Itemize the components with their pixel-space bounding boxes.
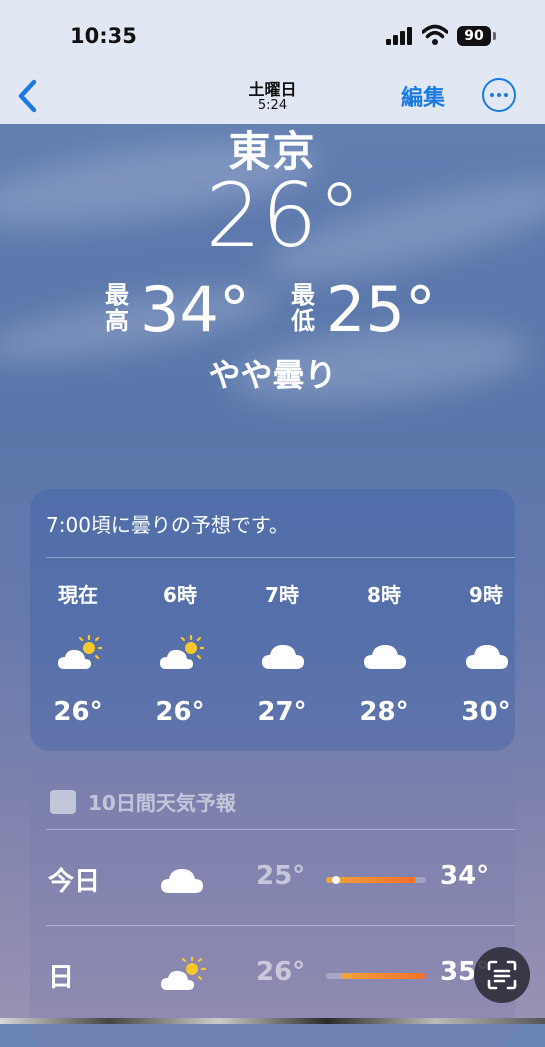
day-low-temp: 25° [256,861,306,891]
cloud-icon [364,645,406,669]
weather-condition: やや曇り [208,356,337,394]
hour-temp: 30° [461,697,511,727]
day-high-temp: 34° [440,861,490,891]
calendar-icon [50,790,76,814]
high-temperature: 34° [140,273,250,346]
current-temperature: 26° [205,164,362,267]
more-options-icon[interactable] [482,78,516,112]
ten-day-header: 10日間天気予報 [50,787,236,816]
hour-label: 8時 [367,583,401,607]
wifi-icon [422,24,448,45]
daily-row[interactable]: 日 26° 35° [30,945,515,1005]
top-bar: 10:35 90 土曜日 5:24 編集 [0,0,545,124]
cellular-signal-icon [386,27,414,45]
hour-temp: 26° [155,697,205,727]
ten-day-title: 10日間天気予報 [88,791,236,815]
high-low-temps: 最高 34° 最低 25° [0,276,545,346]
day-label: 日 [48,963,75,993]
day-low-temp: 26° [256,957,306,987]
text-scan-icon [487,960,517,990]
low-label: 最低 [291,281,315,335]
cloud-icon [466,645,508,669]
low-temperature: 25° [326,273,436,346]
day-label: 今日 [48,867,101,897]
ten-day-forecast-card[interactable]: 10日間天気予報 今日 25° 34° 日 26° 35° [30,767,515,1047]
temperature-range-fill [341,973,426,979]
photo-thumbnail-strip[interactable] [0,1018,545,1024]
current-temp-dot [332,876,340,884]
partly-sunny-icon [160,635,204,669]
hour-label: 現在 [58,583,98,607]
cloud-icon [161,869,203,893]
hourly-forecast-card[interactable]: 7:00頃に曇りの予想です。 現在 26° 6時 26° 7時 27° 8時 2… [30,489,515,751]
edit-button[interactable]: 編集 [401,80,445,112]
hour-temp: 26° [53,697,103,727]
live-text-scan-button[interactable] [474,947,530,1003]
hour-label: 7時 [265,583,299,607]
daily-row[interactable]: 今日 25° 34° [30,849,515,909]
hour-label: 6時 [163,583,197,607]
status-time: 10:35 [70,24,137,48]
hourly-summary: 7:00頃に曇りの予想です。 [46,513,289,537]
divider [46,925,515,926]
partly-sunny-icon [58,635,102,669]
temperature-range-bar [326,973,426,979]
nav-day-title: 土曜日 [248,80,297,99]
nav-time-subtitle: 5:24 [257,98,288,113]
partly-sunny-icon [161,957,206,990]
divider [46,557,515,558]
divider [46,829,515,830]
high-label: 最高 [105,281,129,335]
battery-indicator: 90 [457,26,491,46]
hour-temp: 28° [359,697,409,727]
cloud-icon [262,645,304,669]
hour-label: 9時 [469,583,503,607]
hour-temp: 27° [257,697,307,727]
battery-tip [493,32,496,40]
temperature-range-bar [326,876,426,884]
